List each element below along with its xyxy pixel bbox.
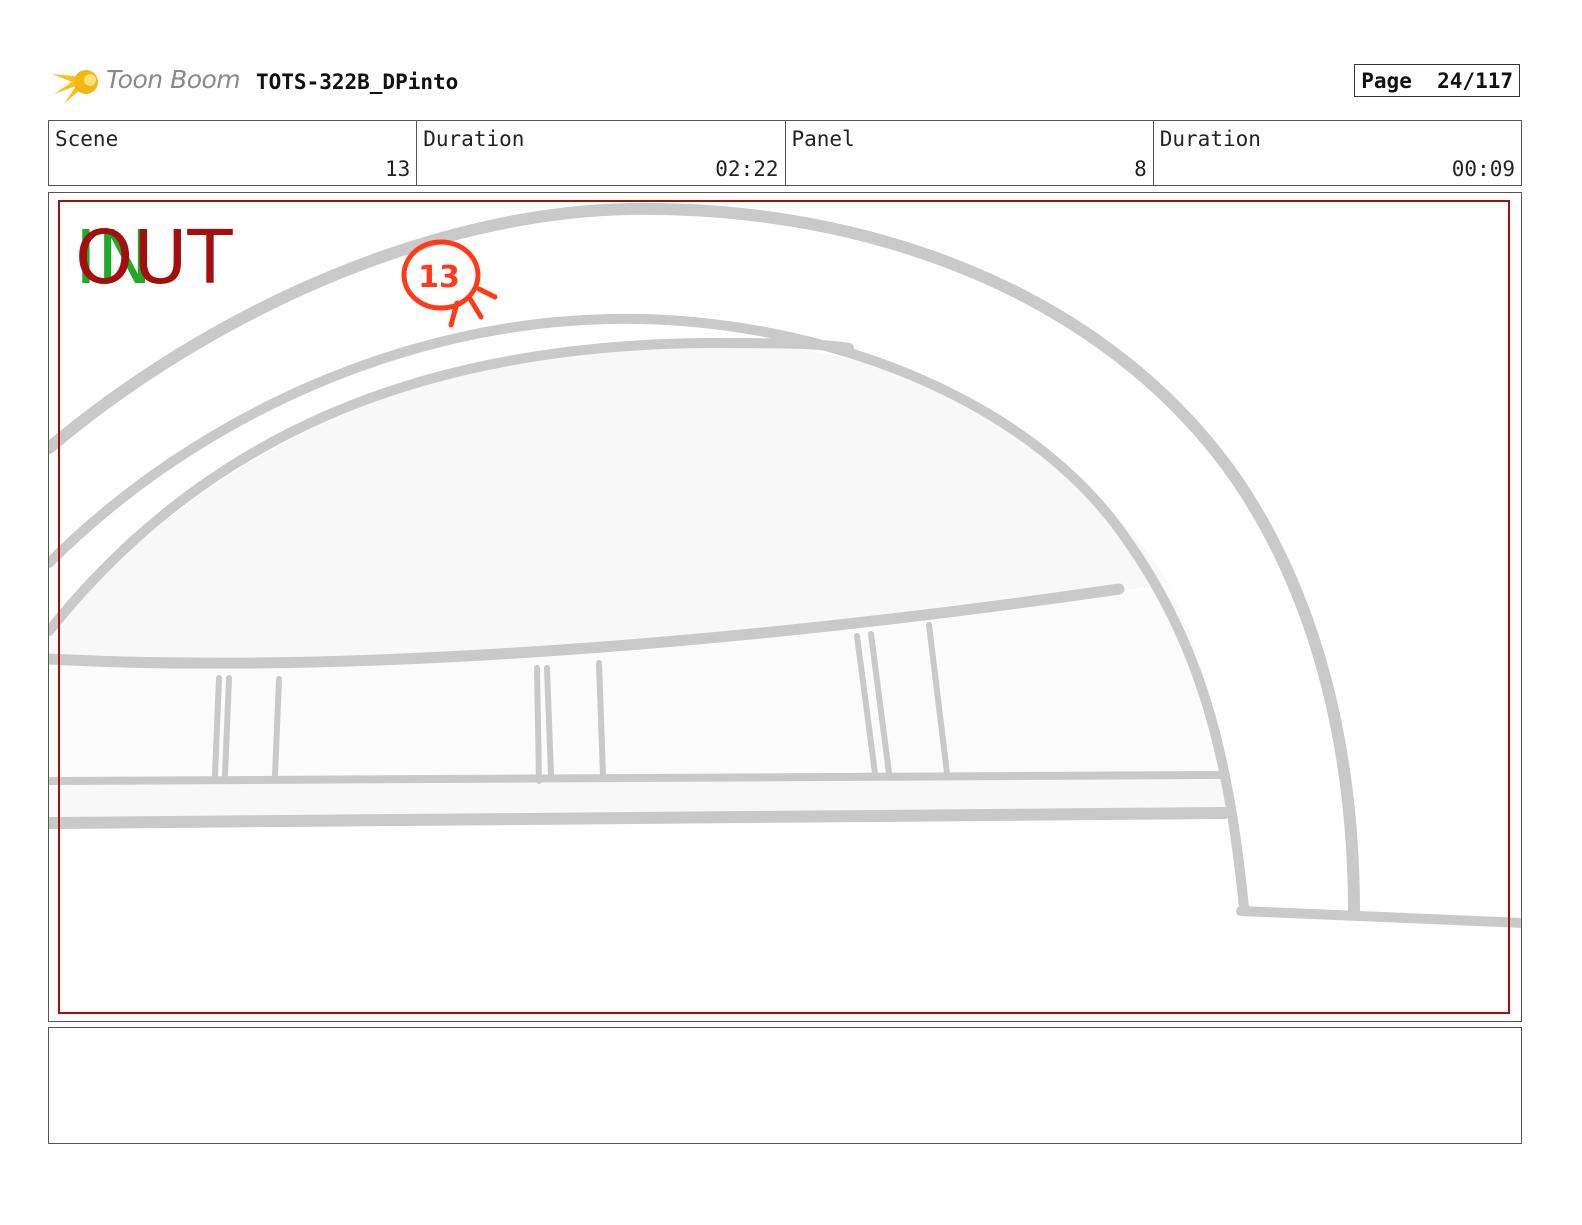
page-label: Page: [1361, 69, 1412, 93]
brand-name: Toon Boom: [106, 65, 241, 94]
toon-boom-logo-icon: [52, 62, 98, 104]
page-header: Toon Boom TOTS-322B_DPinto Page 24/117: [50, 56, 1522, 106]
notes-box[interactable]: [48, 1027, 1522, 1144]
scene-label: Scene: [55, 127, 119, 151]
panel-value: 8: [1134, 157, 1147, 181]
panel-cell: Panel 8: [786, 121, 1154, 185]
panel-duration-cell: Duration 00:09: [1154, 121, 1521, 185]
panel-sketch: 13: [49, 200, 1521, 1014]
project-title: TOTS-322B_DPinto: [256, 70, 459, 94]
ground-line: [1236, 906, 1521, 928]
out-marker: OUT: [75, 215, 233, 301]
in-out-marker: IN OUT: [75, 215, 245, 301]
panel-duration-label: Duration: [1159, 127, 1261, 151]
panel-duration-value: 00:09: [1451, 157, 1515, 181]
page-indicator: Page 24/117: [1354, 64, 1520, 97]
page-number: 24/117: [1437, 69, 1513, 93]
scene-duration-label: Duration: [423, 127, 525, 151]
scene-duration-cell: Duration 02:22: [417, 121, 786, 185]
scene-cell: Scene 13: [49, 121, 418, 185]
scene-value: 13: [384, 157, 411, 181]
panel-info-table: Scene 13 Duration 02:22 Panel 8 Duration…: [48, 120, 1522, 186]
scene-duration-value: 02:22: [715, 157, 779, 181]
storyboard-panel: 13 IN OUT: [48, 192, 1522, 1022]
panel-label: Panel: [791, 127, 855, 151]
scene-callout-number: 13: [418, 260, 460, 295]
